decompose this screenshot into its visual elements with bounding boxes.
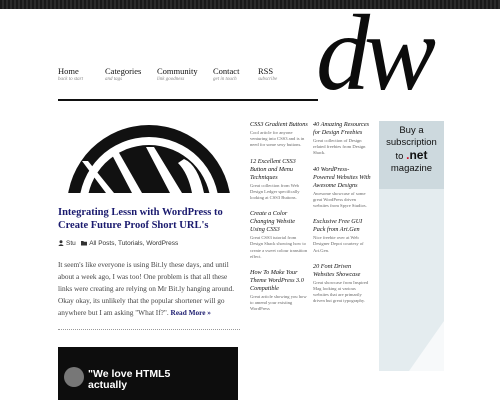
- feed-item-title[interactable]: Exclusive Free GUI Pack from Art.Gen: [313, 218, 371, 234]
- feed-item-desc: Great collection of Design related freeb…: [313, 138, 366, 156]
- nav-rss[interactable]: RSS subscribe: [258, 66, 277, 83]
- feed-item-title[interactable]: CSS3 Gradient Buttons: [250, 121, 308, 129]
- nav-contact[interactable]: Contact get in touch: [213, 66, 239, 83]
- feed-item-title[interactable]: 12 Excellent CSS3 Button and Menu Techni…: [250, 158, 308, 182]
- feed-item: 20 Font Driven Websites Showcase Great s…: [313, 263, 371, 305]
- subscription-ad-banner[interactable]: Buy a subscription to .net magazine: [379, 121, 444, 371]
- link-feed-column-1: CSS3 Gradient Buttons Cool article for a…: [250, 121, 308, 322]
- nav-contact-label: Contact: [213, 66, 240, 76]
- ad-copy: Buy a subscription to .net magazine: [379, 125, 444, 175]
- link-feed-column-2: 40 Amazing Resources for Design Freebies…: [313, 121, 371, 314]
- post-meta: Stu All Posts, Tutorials, WordPress: [58, 240, 178, 247]
- ad-line-3: to .net: [379, 149, 444, 163]
- feed-item: How To Make Your Theme WordPress 3.0 Com…: [250, 269, 308, 313]
- feed-item-desc: Great CSS3 tutorial from Design Shack sh…: [250, 235, 308, 259]
- page-curl-icon: [409, 321, 444, 371]
- post-author[interactable]: Stu: [66, 240, 76, 247]
- nav-home[interactable]: Home back to start: [58, 66, 83, 83]
- feed-item-title[interactable]: 40 WordPress-Powered Websites With Aweso…: [313, 166, 371, 190]
- nav-divider: [58, 99, 318, 101]
- ad-line-4: magazine: [390, 163, 433, 174]
- feed-item-title[interactable]: 40 Amazing Resources for Design Freebies: [313, 121, 371, 137]
- feed-item-desc: Great showcase from Inspired Mag looking…: [313, 279, 369, 304]
- feed-item-desc: Great collection from Web Design Ledger …: [250, 182, 300, 201]
- post-categories[interactable]: All Posts, Tutorials, WordPress: [89, 240, 178, 247]
- wordpress-logo-icon: [68, 125, 230, 193]
- read-more-link[interactable]: Read More »: [171, 308, 211, 317]
- post-title[interactable]: Integrating Lessn with WordPress to Crea…: [58, 206, 243, 232]
- nav-home-sub: back to start: [58, 77, 83, 82]
- user-icon: [58, 240, 64, 246]
- feed-item: Create a Color Changing Website Using CS…: [250, 210, 308, 260]
- post-divider: [58, 329, 240, 330]
- feed-item-title[interactable]: How To Make Your Theme WordPress 3.0 Com…: [250, 269, 308, 293]
- post2-featured-image[interactable]: "We love HTML5 actually: [58, 347, 238, 400]
- site-logo[interactable]: dw: [316, 6, 446, 111]
- post2-image-text: "We love HTML5 actually: [88, 369, 170, 391]
- post2-image-text-line2: actually: [88, 379, 128, 391]
- nav-categories[interactable]: Categories and tags: [105, 66, 141, 83]
- net-brand-word: net: [409, 148, 428, 162]
- feed-item: 12 Excellent CSS3 Button and Menu Techni…: [250, 158, 308, 202]
- feed-item-desc: Nice freebie over at Web Designer Depot …: [313, 235, 364, 253]
- feed-item-title[interactable]: 20 Font Driven Websites Showcase: [313, 263, 371, 279]
- net-brand-logo: .net: [406, 148, 427, 162]
- post-excerpt: It seem's like everyone is using Bit.ly …: [58, 259, 240, 319]
- feed-item-desc: Cool article for anyone venturing into C…: [250, 130, 305, 148]
- nav-community-label: Community: [157, 66, 198, 76]
- feed-item-desc: Awesome showcase of some great WordPress…: [313, 190, 367, 209]
- feed-item: Exclusive Free GUI Pack from Art.Gen Nic…: [313, 218, 371, 254]
- feed-item-title[interactable]: Create a Color Changing Website Using CS…: [250, 210, 308, 234]
- nav-community[interactable]: Community link goodness: [157, 66, 198, 83]
- nav-categories-sub: and tags: [105, 77, 123, 82]
- speech-circle-icon: [64, 367, 84, 387]
- nav-categories-label: Categories: [105, 66, 142, 76]
- nav-home-label: Home: [58, 66, 79, 76]
- post-featured-image[interactable]: [58, 121, 239, 193]
- feed-item: CSS3 Gradient Buttons Cool article for a…: [250, 121, 308, 149]
- feed-item: 40 Amazing Resources for Design Freebies…: [313, 121, 371, 157]
- nav-community-sub: link goodness: [157, 77, 185, 82]
- nav-rss-sub: subscribe: [258, 77, 278, 82]
- feed-item: 40 WordPress-Powered Websites With Aweso…: [313, 166, 371, 210]
- folder-icon: [81, 241, 88, 246]
- feed-item-desc: Great article showing you how to amend y…: [250, 294, 307, 312]
- ad-line-1: Buy a: [399, 125, 424, 136]
- nav-rss-label: RSS: [258, 66, 274, 76]
- ad-line-3-prefix: to: [395, 151, 404, 162]
- nav-contact-sub: get in touch: [213, 77, 237, 82]
